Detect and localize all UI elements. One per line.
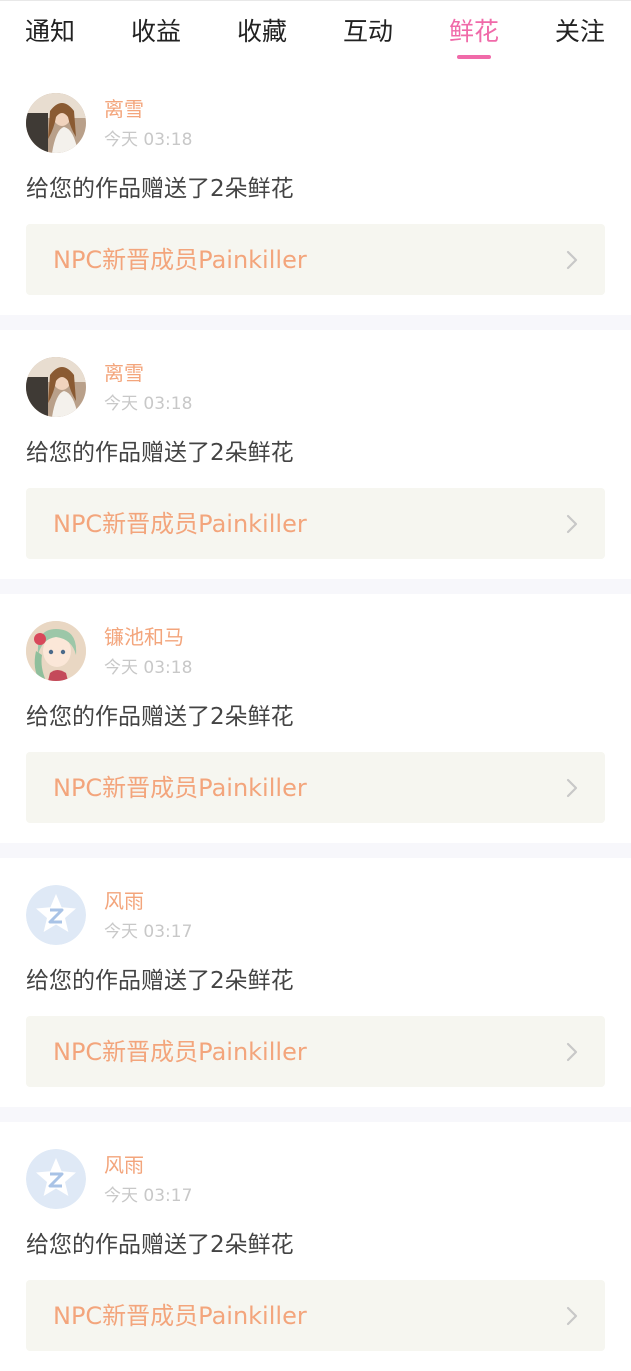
tab-notifications[interactable]: 通知: [25, 18, 75, 46]
chevron-right-icon: [566, 250, 578, 270]
work-link[interactable]: NPC新晋成员Painkiller: [26, 488, 605, 559]
tab-earnings[interactable]: 收益: [131, 18, 181, 46]
tab-bar: 通知 收益 收藏 互动 鲜花 关注: [0, 0, 631, 66]
notification-message: 给您的作品赠送了2朵鲜花: [26, 1232, 294, 1258]
chevron-right-icon: [566, 778, 578, 798]
tab-interactions[interactable]: 互动: [343, 18, 393, 46]
photo-avatar[interactable]: [26, 93, 86, 153]
work-link[interactable]: NPC新晋成员Painkiller: [26, 1280, 605, 1351]
tab-label: 通知: [25, 17, 76, 46]
chevron-right-icon: [566, 1306, 578, 1326]
notification-item: 镰池和马 今天 03:18 给您的作品赠送了2朵鲜花 NPC新晋成员Painki…: [0, 594, 631, 843]
notification-message: 给您的作品赠送了2朵鲜花: [26, 968, 294, 994]
username[interactable]: 风雨: [104, 1153, 144, 1177]
separator: [0, 843, 631, 858]
notification-message: 给您的作品赠送了2朵鲜花: [26, 704, 294, 730]
tab-label: 收益: [130, 17, 181, 46]
separator: [0, 1107, 631, 1122]
notification-item: 风雨 今天 03:17 给您的作品赠送了2朵鲜花 NPC新晋成员Painkill…: [0, 1122, 631, 1371]
chevron-right-icon: [566, 514, 578, 534]
username[interactable]: 风雨: [104, 889, 144, 913]
username[interactable]: 离雪: [104, 361, 144, 385]
tab-favorites[interactable]: 收藏: [237, 18, 287, 46]
notification-message: 给您的作品赠送了2朵鲜花: [26, 176, 294, 202]
notification-item: 离雪 今天 03:18 给您的作品赠送了2朵鲜花 NPC新晋成员Painkill…: [0, 330, 631, 579]
username[interactable]: 镰池和马: [104, 625, 184, 649]
timestamp: 今天 03:18: [104, 130, 193, 150]
timestamp: 今天 03:18: [104, 658, 193, 678]
photo-avatar[interactable]: [26, 357, 86, 417]
work-link[interactable]: NPC新晋成员Painkiller: [26, 224, 605, 295]
work-title: NPC新晋成员Painkiller: [53, 774, 307, 802]
tab-following[interactable]: 关注: [555, 18, 605, 46]
chevron-right-icon: [566, 1042, 578, 1062]
timestamp: 今天 03:17: [104, 1186, 193, 1206]
work-title: NPC新晋成员Painkiller: [53, 1038, 307, 1066]
work-link[interactable]: NPC新晋成员Painkiller: [26, 1016, 605, 1087]
timestamp: 今天 03:17: [104, 922, 193, 942]
separator: [0, 579, 631, 594]
notification-item: 风雨 今天 03:17 给您的作品赠送了2朵鲜花 NPC新晋成员Painkill…: [0, 858, 631, 1107]
work-title: NPC新晋成员Painkiller: [53, 1302, 307, 1330]
tab-label: 关注: [554, 17, 605, 46]
notification-item: 离雪 今天 03:18 给您的作品赠送了2朵鲜花 NPC新晋成员Painkill…: [0, 66, 631, 315]
timestamp: 今天 03:18: [104, 394, 193, 414]
tab-label: 收藏: [236, 17, 287, 46]
separator: [0, 315, 631, 330]
tab-flowers[interactable]: 鲜花: [448, 17, 499, 59]
tab-label: 互动: [342, 17, 393, 46]
tab-label: 鲜花: [448, 17, 499, 46]
anime-avatar[interactable]: [26, 621, 86, 681]
work-title: NPC新晋成员Painkiller: [53, 510, 307, 538]
default-qzone-avatar[interactable]: [26, 885, 86, 945]
username[interactable]: 离雪: [104, 97, 144, 121]
default-qzone-avatar[interactable]: [26, 1149, 86, 1209]
work-link[interactable]: NPC新晋成员Painkiller: [26, 752, 605, 823]
active-tab-indicator: [456, 55, 491, 59]
work-title: NPC新晋成员Painkiller: [53, 246, 307, 274]
notification-message: 给您的作品赠送了2朵鲜花: [26, 440, 294, 466]
